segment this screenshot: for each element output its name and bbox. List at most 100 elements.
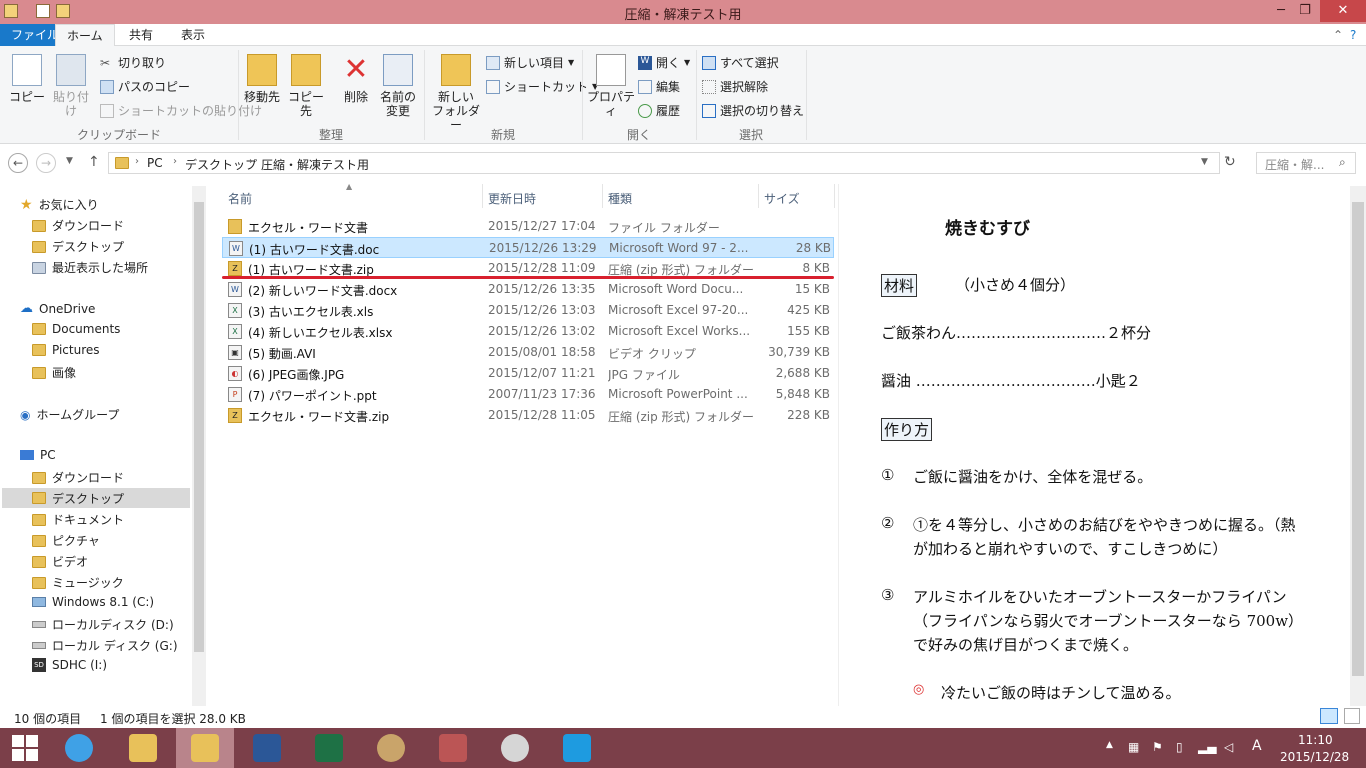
properties-button[interactable]: プロパティ — [586, 54, 636, 118]
breadcrumb-desktop[interactable]: デスクトップ — [185, 156, 257, 173]
nav-drive-i[interactable]: SD SDHC (I:) — [32, 658, 107, 672]
chevron-down-icon[interactable]: ▼ — [1201, 157, 1208, 167]
paste-button[interactable]: 貼り付け — [50, 54, 92, 118]
taskbar-file-explorer[interactable] — [114, 728, 172, 768]
breadcrumb-current[interactable]: 圧縮・解凍テスト用 — [261, 156, 369, 173]
tab-share[interactable]: 共有 — [118, 24, 164, 46]
file-row[interactable]: エクセル・ワード文書 2015/12/27 17:04 ファイル フォルダー — [222, 216, 834, 237]
preview-scrollbar-thumb[interactable] — [1352, 202, 1364, 676]
file-row[interactable]: W (2) 新しいワード文書.docx 2015/12/26 13:35 Mic… — [222, 279, 834, 300]
computer-icon — [20, 450, 34, 460]
desktop-windows-icon[interactable]: ▦ — [1128, 740, 1139, 754]
file-row[interactable]: Z エクセル・ワード文書.zip 2015/12/28 11:05 圧縮 (zi… — [222, 405, 834, 426]
video-icon: ▣ — [228, 345, 242, 360]
column-header-size[interactable]: サイズ — [764, 190, 800, 207]
tab-home[interactable]: ホーム — [55, 24, 115, 47]
clock-date[interactable]: 2015/12/28 — [1280, 750, 1349, 764]
column-header-date[interactable]: 更新日時 — [488, 190, 536, 207]
select-all-button[interactable]: すべて選択 — [702, 54, 779, 71]
delete-button[interactable]: ✕ 削除 — [338, 54, 374, 105]
large-icons-view-icon[interactable] — [1344, 708, 1360, 724]
column-header-type[interactable]: 種類 — [608, 190, 632, 207]
taskbar-excel[interactable] — [300, 728, 358, 768]
new-item-button[interactable]: 新しい項目 ▼ — [486, 54, 574, 71]
zip-icon: Z — [228, 408, 242, 423]
details-view-icon[interactable] — [1320, 708, 1338, 724]
nav-favorites[interactable]: ★ お気に入り — [20, 196, 99, 213]
action-center-flag-icon[interactable]: ⚑ — [1152, 740, 1163, 754]
preview-pane: 焼きむすび 材料 （小さめ４個分） ご飯茶わん…………………………２杯分 醤油 … — [838, 184, 1350, 706]
rename-button[interactable]: 名前の 変更 — [378, 54, 418, 118]
nav-pc-desktop[interactable]: デスクトップ — [2, 488, 190, 508]
taskbar-internet-explorer[interactable] — [50, 728, 108, 768]
breadcrumb-pc[interactable]: PC — [147, 156, 163, 170]
tray-expand-icon[interactable]: ▲ — [1106, 740, 1113, 750]
file-row[interactable]: ▣ (5) 動画.AVI 2015/08/01 18:58 ビデオ クリップ 3… — [222, 342, 834, 363]
nav-drive-d[interactable]: ローカルディスク (D:) — [32, 616, 174, 633]
copy-path-button[interactable]: パスのコピー — [100, 78, 190, 95]
battery-icon[interactable]: ▯ — [1176, 740, 1183, 754]
nav-drive-c[interactable]: Windows 8.1 (C:) — [32, 595, 154, 609]
nav-fav-downloads[interactable]: ダウンロード — [32, 217, 124, 234]
move-to-button[interactable]: 移動先 — [242, 54, 282, 104]
nav-homegroup[interactable]: ◉ ホームグループ — [20, 406, 119, 423]
nav-od-pictures[interactable]: Pictures — [32, 343, 100, 357]
taskbar-paint[interactable] — [362, 728, 420, 768]
nav-pc-music[interactable]: ミュージック — [32, 574, 124, 591]
taskbar-word[interactable] — [238, 728, 296, 768]
documents-folder-icon — [32, 513, 46, 526]
copy-button[interactable]: コピー — [8, 54, 46, 104]
taskbar-snipping-tool[interactable] — [424, 728, 482, 768]
nav-od-images[interactable]: 画像 — [32, 364, 76, 381]
nav-drive-g[interactable]: ローカル ディスク (G:) — [32, 637, 178, 654]
address-bar[interactable]: › PC › デスクトップ › 圧縮・解凍テスト用 ▼ — [108, 152, 1220, 174]
copy-to-button[interactable]: コピー先 — [284, 54, 328, 118]
minimize-button[interactable]: ─ — [1270, 0, 1292, 22]
start-button[interactable] — [0, 728, 50, 768]
nav-fav-recent[interactable]: 最近表示した場所 — [32, 259, 148, 276]
nav-od-documents[interactable]: Documents — [32, 322, 120, 336]
nav-pc-documents[interactable]: ドキュメント — [32, 511, 124, 528]
taskbar-messenger[interactable] — [548, 728, 606, 768]
taskbar-file-explorer-active[interactable] — [176, 728, 234, 768]
nav-onedrive[interactable]: ☁ OneDrive — [20, 301, 95, 316]
back-button[interactable]: ← — [8, 153, 28, 173]
history-button[interactable]: 履歴 — [638, 102, 680, 119]
file-row[interactable]: X (4) 新しいエクセル表.xlsx 2015/12/26 13:02 Mic… — [222, 321, 834, 342]
tab-view[interactable]: 表示 — [170, 24, 216, 46]
copy-icon — [12, 54, 42, 86]
clock-time[interactable]: 11:10 — [1298, 733, 1333, 747]
close-button[interactable]: ✕ — [1320, 0, 1366, 22]
help-icon[interactable]: ? — [1344, 24, 1362, 46]
nav-pc[interactable]: PC — [20, 448, 56, 462]
volume-muted-icon[interactable]: ◁ — [1224, 740, 1233, 754]
file-row[interactable]: P (7) パワーポイント.ppt 2007/11/23 17:36 Micro… — [222, 384, 834, 405]
select-none-button[interactable]: 選択解除 — [702, 78, 768, 95]
invert-selection-icon — [702, 103, 716, 118]
nav-pc-pictures[interactable]: ピクチャ — [32, 532, 100, 549]
group-label-clipboard: クリップボード — [76, 128, 161, 142]
edit-button[interactable]: 編集 — [638, 78, 680, 95]
column-header-name[interactable]: 名前 — [228, 190, 252, 207]
file-row[interactable]: ◐ (6) JPEG画像.JPG 2015/12/07 11:21 JPG ファ… — [222, 363, 834, 384]
maximize-button[interactable]: ❐ — [1294, 0, 1316, 22]
search-input[interactable]: 圧縮・解... ⌕ — [1256, 152, 1356, 174]
open-button[interactable]: W 開く ▼ — [638, 54, 690, 71]
cut-button[interactable]: ✂ 切り取り — [100, 54, 166, 71]
up-arrow-icon[interactable]: ↑ — [88, 154, 100, 170]
nav-pc-videos[interactable]: ビデオ — [32, 553, 88, 570]
nav-scrollbar-thumb[interactable] — [194, 202, 204, 652]
forward-button[interactable]: → — [36, 153, 56, 173]
shortcut-icon — [100, 103, 114, 118]
new-folder-button[interactable]: 新しい フォルダー — [430, 54, 482, 132]
recent-locations-icon[interactable]: ▼ — [66, 156, 73, 166]
refresh-icon[interactable]: ↻ — [1224, 154, 1236, 170]
nav-fav-desktop[interactable]: デスクトップ — [32, 238, 124, 255]
ime-indicator[interactable]: A — [1252, 738, 1262, 754]
nav-pc-downloads[interactable]: ダウンロード — [32, 469, 124, 486]
file-row-selected[interactable]: W (1) 古いワード文書.doc 2015/12/26 13:29 Micro… — [222, 237, 834, 258]
taskbar-media-player[interactable] — [486, 728, 544, 768]
invert-selection-button[interactable]: 選択の切り替え — [702, 102, 804, 119]
file-row[interactable]: X (3) 古いエクセル表.xls 2015/12/26 13:03 Micro… — [222, 300, 834, 321]
network-signal-icon[interactable]: ▂▄ — [1198, 740, 1216, 754]
